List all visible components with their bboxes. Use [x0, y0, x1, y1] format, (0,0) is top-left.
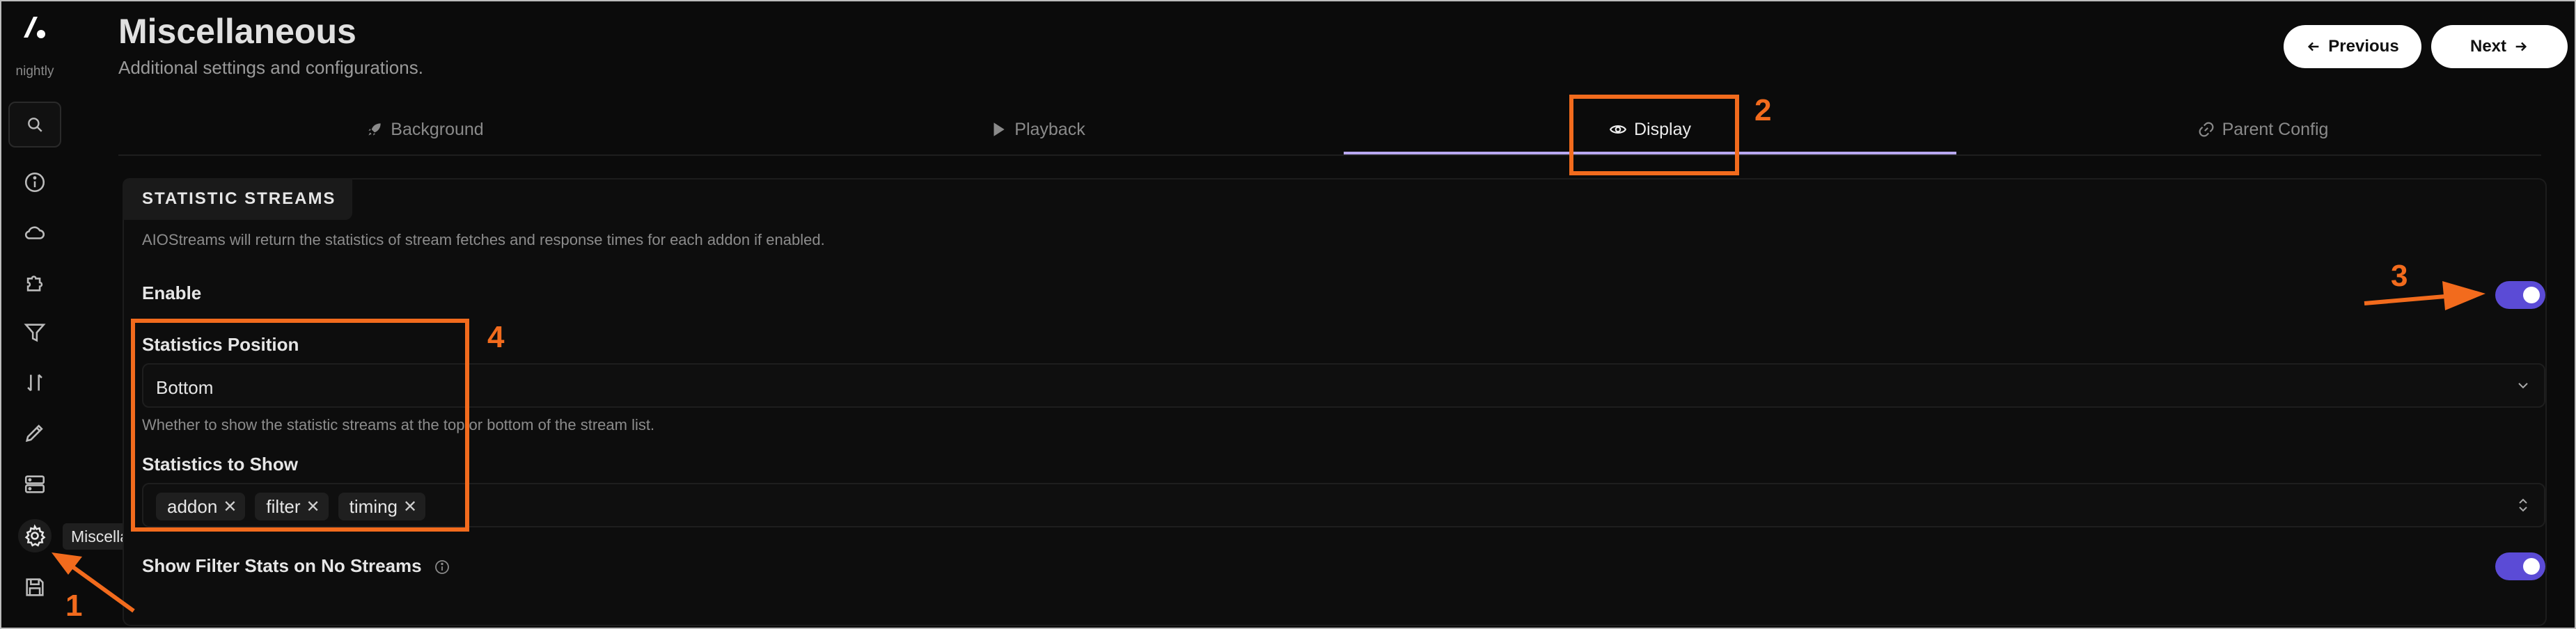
tab-background[interactable]: Background: [118, 104, 731, 154]
statistics-to-show-multiselect[interactable]: addon ✕ filter ✕ timing ✕: [142, 483, 2545, 527]
info-icon[interactable]: [434, 559, 450, 575]
sidebar-item-addons[interactable]: [18, 266, 52, 299]
tab-playback[interactable]: Playback: [731, 104, 1344, 154]
info-icon: [24, 172, 45, 193]
save-icon: [26, 578, 44, 596]
arrow-right-icon: [2515, 42, 2527, 51]
cloud-icon: [24, 226, 45, 239]
sidebar-item-save[interactable]: [18, 571, 52, 604]
page-subtitle: Additional settings and configurations.: [118, 57, 423, 78]
tab-bar: Background Playback Display Parent Confi…: [118, 104, 2541, 156]
next-button-label: Next: [2469, 37, 2507, 56]
chevron-down-icon: [2518, 383, 2528, 389]
server-icon: [24, 475, 45, 493]
sidebar-item-services[interactable]: [18, 216, 52, 249]
enable-label: Enable: [142, 282, 202, 303]
tab-parent-config[interactable]: Parent Config: [1956, 104, 2569, 154]
previous-button[interactable]: Previous: [2284, 25, 2421, 68]
sidebar-item-proxy[interactable]: [18, 468, 52, 501]
search-icon: [28, 118, 42, 132]
annotation-box-statistics-settings: [131, 319, 469, 532]
sidebar: nightly: [0, 0, 70, 629]
filter-stats-row: Show Filter Stats on No Streams: [142, 555, 450, 577]
filter-icon: [24, 324, 46, 342]
gear-icon: [24, 524, 46, 547]
play-icon: [994, 122, 1005, 136]
chevron-updown-icon: [2519, 498, 2527, 512]
pen-icon: [25, 424, 43, 443]
arrow-left-icon: [2308, 42, 2319, 51]
sidebar-item-about[interactable]: [18, 166, 52, 199]
annotation-box-display-tab: [1569, 95, 1739, 175]
rocket-icon: [368, 123, 381, 136]
puzzle-icon: [26, 276, 43, 292]
filter-stats-toggle[interactable]: [2495, 552, 2545, 580]
link-icon: [2199, 122, 2213, 137]
page-title: Miscellaneous: [118, 12, 356, 51]
section-description: AIOStreams will return the statistics of…: [142, 231, 825, 248]
sidebar-item-miscellaneous[interactable]: [18, 519, 52, 552]
annotation-number-1: 1: [65, 589, 83, 623]
annotation-number-3: 3: [2391, 259, 2408, 293]
section-title: STATISTIC STREAMS: [123, 178, 352, 220]
tab-playback-label: Playback: [1014, 119, 1085, 139]
annotation-number-4: 4: [487, 320, 505, 354]
build-channel-label: nightly: [15, 64, 54, 79]
toggle-knob: [2523, 558, 2540, 575]
filter-stats-label: Show Filter Stats on No Streams: [142, 555, 422, 576]
logo-icon[interactable]: [18, 10, 52, 43]
tab-background-label: Background: [391, 119, 484, 139]
enable-toggle[interactable]: [2495, 281, 2545, 309]
sidebar-item-formatter[interactable]: [18, 416, 52, 449]
sidebar-search-button[interactable]: [8, 102, 61, 148]
annotation-number-2: 2: [1754, 93, 1772, 127]
statistics-position-select[interactable]: Bottom: [142, 363, 2545, 408]
tab-parent-config-label: Parent Config: [2222, 119, 2329, 139]
sort-icon: [27, 374, 42, 392]
toggle-knob: [2523, 287, 2540, 303]
next-button[interactable]: Next: [2431, 25, 2568, 68]
sidebar-item-filters[interactable]: [18, 316, 52, 349]
sidebar-item-sorting[interactable]: [18, 366, 52, 399]
previous-button-label: Previous: [2328, 37, 2399, 56]
